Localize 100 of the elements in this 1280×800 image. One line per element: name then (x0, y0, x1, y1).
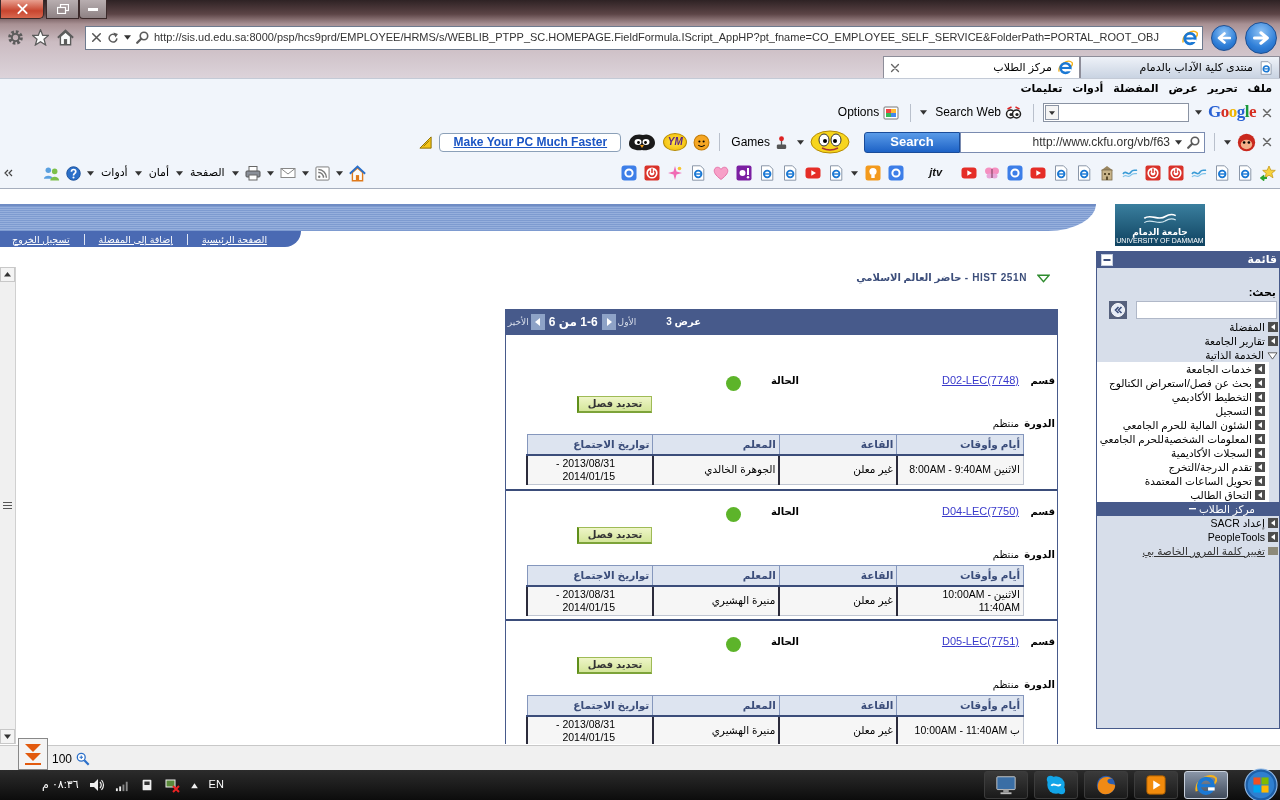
web-page-icon[interactable] (759, 165, 776, 181)
caret-icon[interactable] (920, 110, 928, 115)
add-favorite-icon[interactable] (1260, 165, 1276, 181)
web-page-icon[interactable] (828, 165, 845, 181)
caret-icon[interactable] (87, 170, 94, 176)
double-chevron-icon[interactable] (4, 169, 13, 177)
games-button[interactable]: Games (729, 134, 791, 150)
arrow-icon[interactable] (1255, 434, 1265, 444)
close-icon[interactable] (91, 32, 102, 43)
triangle-icon[interactable] (1037, 273, 1050, 283)
toolbar-url-field[interactable]: http://www.ckfu.org/vb/f63 (960, 131, 1205, 153)
play-icon[interactable] (1030, 165, 1046, 181)
web-page-icon[interactable] (782, 165, 799, 181)
close-icon[interactable] (890, 62, 900, 73)
web-page-icon[interactable] (1237, 165, 1253, 181)
caret-icon[interactable] (335, 170, 343, 176)
speaker-icon[interactable] (88, 777, 105, 793)
options-button[interactable]: Options (835, 104, 902, 121)
double-chevron-icon[interactable] (1109, 301, 1127, 319)
menu-item[interactable]: بحث عن فصل/استعراض الكتالوج (1097, 376, 1269, 390)
butterfly-icon[interactable] (984, 165, 1000, 181)
arrow-icon[interactable] (1255, 476, 1265, 486)
network-icon[interactable] (163, 777, 180, 793)
menu-item[interactable]: خدمات الجامعة (1097, 362, 1269, 376)
close-icon[interactable] (1262, 137, 1272, 147)
settings-icon[interactable] (7, 29, 24, 46)
help-icon[interactable] (66, 165, 81, 181)
home-icon[interactable] (348, 164, 366, 182)
building-icon[interactable] (1099, 165, 1115, 181)
scroll-up-icon[interactable] (0, 267, 15, 282)
command-menu[interactable]: أمان (147, 166, 171, 180)
arrow-icon[interactable] (1268, 532, 1278, 542)
play-icon[interactable] (805, 165, 822, 181)
caret-icon[interactable] (124, 35, 131, 40)
zoom-level[interactable]: 100 (52, 752, 73, 767)
zoom-icon[interactable] (76, 752, 91, 766)
menu-item[interactable]: التحاق الطالب (1097, 488, 1269, 502)
search-icon[interactable] (1187, 135, 1200, 149)
arrow-icon[interactable] (1255, 490, 1265, 500)
arrow-icon[interactable] (1268, 322, 1278, 332)
ring-tile-icon[interactable] (621, 165, 638, 181)
toolbar-logo[interactable]: Google (1208, 102, 1256, 123)
taskbar-button[interactable] (1034, 771, 1078, 799)
menu-item[interactable]: تحرير (1202, 82, 1243, 96)
menu-item[interactable]: المفضلة (1108, 82, 1164, 96)
section-link[interactable]: D04-LEC(7750) (941, 505, 1019, 518)
arrow-icon[interactable] (1255, 364, 1265, 374)
menu-item[interactable]: الشئون المالية للحرم الجامعي (1097, 418, 1269, 432)
language-indicator[interactable]: EN (208, 778, 224, 792)
menu-item[interactable]: ملف (1242, 82, 1277, 96)
clock[interactable]: ٠٨:٣٦ م (42, 778, 79, 792)
close-icon[interactable] (1262, 107, 1272, 118)
collapse-icon[interactable] (1101, 254, 1113, 266)
caret-icon[interactable] (231, 170, 239, 176)
select-class-button[interactable]: تحديد فصل (577, 527, 652, 544)
header-link[interactable]: تسجيل الخروج (12, 233, 84, 245)
back-button[interactable] (1211, 24, 1237, 51)
menu-item[interactable]: تعليمات (1015, 82, 1068, 96)
play-icon[interactable] (961, 165, 977, 181)
menu-item[interactable]: التسجيل (1097, 404, 1269, 418)
caret-icon[interactable] (1175, 139, 1182, 145)
web-page-icon[interactable] (1053, 165, 1069, 181)
caret-icon[interactable] (797, 139, 804, 145)
scroll-down-icon[interactable] (0, 729, 15, 744)
menu-item[interactable]: إعداد SACR (1097, 516, 1279, 530)
section-link[interactable]: D05-LEC(7751) (941, 635, 1019, 648)
search-button[interactable]: Search (864, 131, 960, 153)
scrollbar[interactable] (0, 267, 16, 744)
menu-search-field[interactable] (1136, 301, 1277, 319)
dot-tile-icon[interactable] (736, 165, 753, 181)
menu-item[interactable]: أدوات (1067, 82, 1109, 96)
up-triangle-icon[interactable] (189, 780, 199, 790)
envelope-icon[interactable] (279, 165, 296, 181)
command-menu[interactable]: الصفحة (189, 166, 226, 180)
caret-icon[interactable] (176, 170, 184, 176)
search-icon[interactable] (136, 31, 149, 44)
favorite-link[interactable]: jtv (927, 166, 944, 180)
home-icon[interactable] (57, 29, 74, 46)
web-page-icon[interactable] (1214, 165, 1230, 181)
first-link[interactable]: الأول (617, 316, 637, 328)
caret-icon[interactable] (1224, 139, 1231, 145)
restore-button[interactable] (46, 0, 79, 19)
caret-icon[interactable] (301, 170, 309, 176)
refresh-icon[interactable] (107, 31, 119, 44)
menu-item[interactable]: المفضلة (1097, 320, 1279, 334)
menu-item[interactable]: تحويل الساعات المعتمدة (1097, 474, 1269, 488)
menu-item[interactable]: التخطيط الأكاديمي (1097, 390, 1269, 404)
forward-button[interactable] (1245, 21, 1277, 54)
power-icon[interactable] (1145, 165, 1161, 181)
menu-item[interactable]: تقدم الدرجة/التخرج (1097, 460, 1269, 474)
arrow-icon[interactable] (1255, 378, 1265, 388)
arrow-icon[interactable] (1268, 336, 1278, 346)
taskbar-button[interactable] (1134, 771, 1178, 799)
ring-tile-icon[interactable] (888, 165, 905, 181)
view-count-link[interactable]: عرض 3 (666, 316, 701, 328)
menu-item[interactable]: السجلات الأكاديمية (1097, 446, 1269, 460)
caret-icon[interactable] (134, 170, 142, 176)
taskbar-button[interactable] (984, 771, 1028, 799)
arrow-icon[interactable] (1255, 420, 1265, 430)
close-button[interactable] (0, 0, 44, 19)
